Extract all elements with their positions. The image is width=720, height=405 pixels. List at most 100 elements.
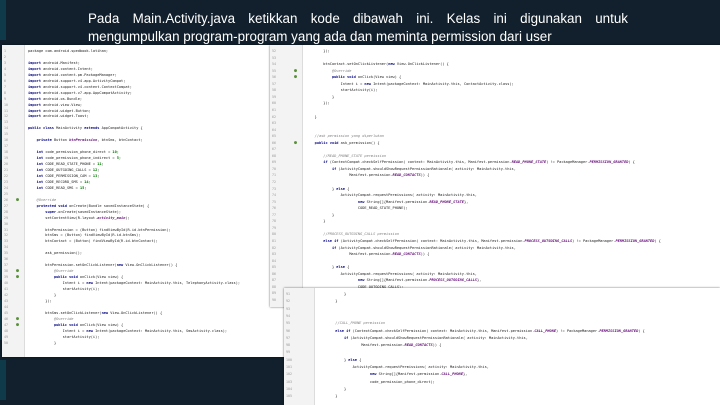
code-token: READ_CONTACTS <box>404 343 433 348</box>
code-token: btnSms.setOnClickListener( <box>28 310 102 315</box>
code-token: else <box>336 265 345 270</box>
line-number: 16 <box>4 138 8 143</box>
code-token: String[]{Manifest.permission. <box>364 199 430 204</box>
code-token: import <box>28 78 41 83</box>
code-token: PERMISSION_GRANTED <box>589 160 629 165</box>
code-screenshot-right-bottom: 91 } 92 } 93 94 95 //CALL_PHONE permission 96… <box>284 288 720 405</box>
line-number: 26 <box>4 197 8 202</box>
code-line: import android.os.Bundle; <box>28 97 82 102</box>
code-line: int code_permission_phone_indirect = 5; <box>28 156 121 161</box>
line-number: 71 <box>272 173 276 178</box>
code-token: Intent(packageContext: MainActivity.this… <box>370 81 514 86</box>
code-token: android.content.pm.PackageManager; <box>40 72 117 77</box>
line-number: 68 <box>272 153 276 158</box>
code-line: btnContact.setOnClickListener(new View.O… <box>306 62 449 67</box>
line-number: 29 <box>4 215 8 220</box>
code-line: int CODE_PERMISSION_CAM = 13; <box>28 173 100 179</box>
line-number: 12 <box>4 114 8 119</box>
code-token: Intent i = <box>28 328 87 333</box>
line-number: 58 <box>272 88 276 93</box>
code-token: int <box>28 156 44 161</box>
line-number: 99 <box>286 350 290 355</box>
code-token: ; <box>101 162 104 167</box>
code-token: ; <box>97 173 100 178</box>
code-line: startActivity(i); <box>28 287 100 292</box>
line-number: 24 <box>4 185 8 190</box>
line-number: 60 <box>272 101 276 106</box>
code-token: else <box>336 186 345 191</box>
code-line: @Override <box>28 198 57 203</box>
line-number: 56 <box>272 75 276 80</box>
line-number: 40 <box>4 281 8 286</box>
code-line: public void ask_permission() { <box>306 141 380 146</box>
code-token: Intent(packageContext: MainActivity.this… <box>92 281 241 286</box>
line-number: 53 <box>272 55 276 60</box>
line-number: 13 <box>4 120 8 125</box>
line-number: 34 <box>4 245 8 250</box>
code-token: btnPermission.setOnClickListener( <box>28 263 117 268</box>
code-line: Manifest.permission.READ_CONTACTS)) { <box>306 173 429 178</box>
code-token: Intent i = <box>306 81 365 86</box>
line-number: 63 <box>272 121 276 126</box>
code-token: AppCompatActivity { <box>99 126 143 131</box>
code-token: ActivityCompat.requestPermissions( activ… <box>306 271 477 276</box>
code-token: setContentView(R.layout. <box>28 215 98 220</box>
line-number: 84 <box>272 258 276 263</box>
code-line: } else { <box>306 265 349 270</box>
code-token: onClick(View view) { <box>77 275 124 280</box>
code-token: public void <box>28 275 78 280</box>
code-token: ); <box>125 215 130 220</box>
code-line: //CALL_PHONE permission <box>318 321 385 326</box>
line-number: 88 <box>272 284 276 289</box>
code-token: import <box>28 108 41 113</box>
code-token: android.support.v4.content.ContextCompat… <box>40 84 132 89</box>
code-line: if (ActivityCompat.shouldShowRequestPerm… <box>306 167 516 172</box>
code-line: startActivity(i); <box>306 88 378 93</box>
code-token: public void <box>306 75 356 80</box>
line-number: 90 <box>272 297 276 302</box>
code-token: @Override <box>28 269 74 274</box>
override-marker-icon: ● <box>16 196 20 203</box>
code-token: import <box>28 90 41 95</box>
line-number: 20 <box>4 162 8 167</box>
line-number: 42 <box>4 292 8 297</box>
code-line: ActivityCompat.requestPermissions( activ… <box>306 193 477 198</box>
code-token: PROCESS_OUTGOING_CALLS <box>429 278 477 283</box>
code-token: View.OnClickListener() { <box>394 62 449 67</box>
code-token: Manifest.permission. <box>306 252 393 257</box>
code-token: extends <box>84 126 100 131</box>
code-token: ) != PackageManager. <box>572 238 616 243</box>
line-number: 15 <box>4 132 8 137</box>
line-number: 7 <box>4 84 6 89</box>
code-token: if <box>306 245 337 250</box>
code-line: public void onClick(View view) { <box>306 75 401 80</box>
code-token: import <box>28 96 41 101</box>
code-token: { <box>344 186 350 191</box>
code-token: activity_main <box>97 215 126 220</box>
code-line: public void onClick(View view) { <box>28 275 123 280</box>
code-token: (ActivityCompat.shouldShowRequestPermiss… <box>348 335 528 340</box>
code-token: } <box>306 212 335 217</box>
line-number: 94 <box>286 313 290 318</box>
code-token: )) { <box>432 343 442 348</box>
line-number: 59 <box>272 94 276 99</box>
code-token: if <box>306 160 328 165</box>
code-line: int CODE_READ_STATE_PHONE = 11; <box>28 162 104 167</box>
code-token: } <box>306 94 335 99</box>
code-token: } <box>28 340 57 345</box>
code-line: //READ_PHONE_STATE permission <box>306 154 386 159</box>
line-number: 18 <box>4 150 8 155</box>
code-token: } <box>28 292 57 297</box>
code-token: public void <box>28 322 78 327</box>
code-token: String[]{Manifest.permission. <box>376 372 442 377</box>
code-line: }); <box>28 299 52 304</box>
line-number: 57 <box>272 81 276 86</box>
code-line: @Override <box>306 69 351 74</box>
override-marker-icon: ● <box>294 139 298 146</box>
line-number: 72 <box>272 180 276 184</box>
code-token: startActivity(i); <box>306 88 378 93</box>
code-line: import android.view.View; <box>28 103 82 108</box>
code-line: }); <box>306 101 330 106</box>
code-line: import android.content.pm.PackageManager… <box>28 73 117 78</box>
code-token: android.support.v4.app.ActivityCompat; <box>40 78 126 83</box>
